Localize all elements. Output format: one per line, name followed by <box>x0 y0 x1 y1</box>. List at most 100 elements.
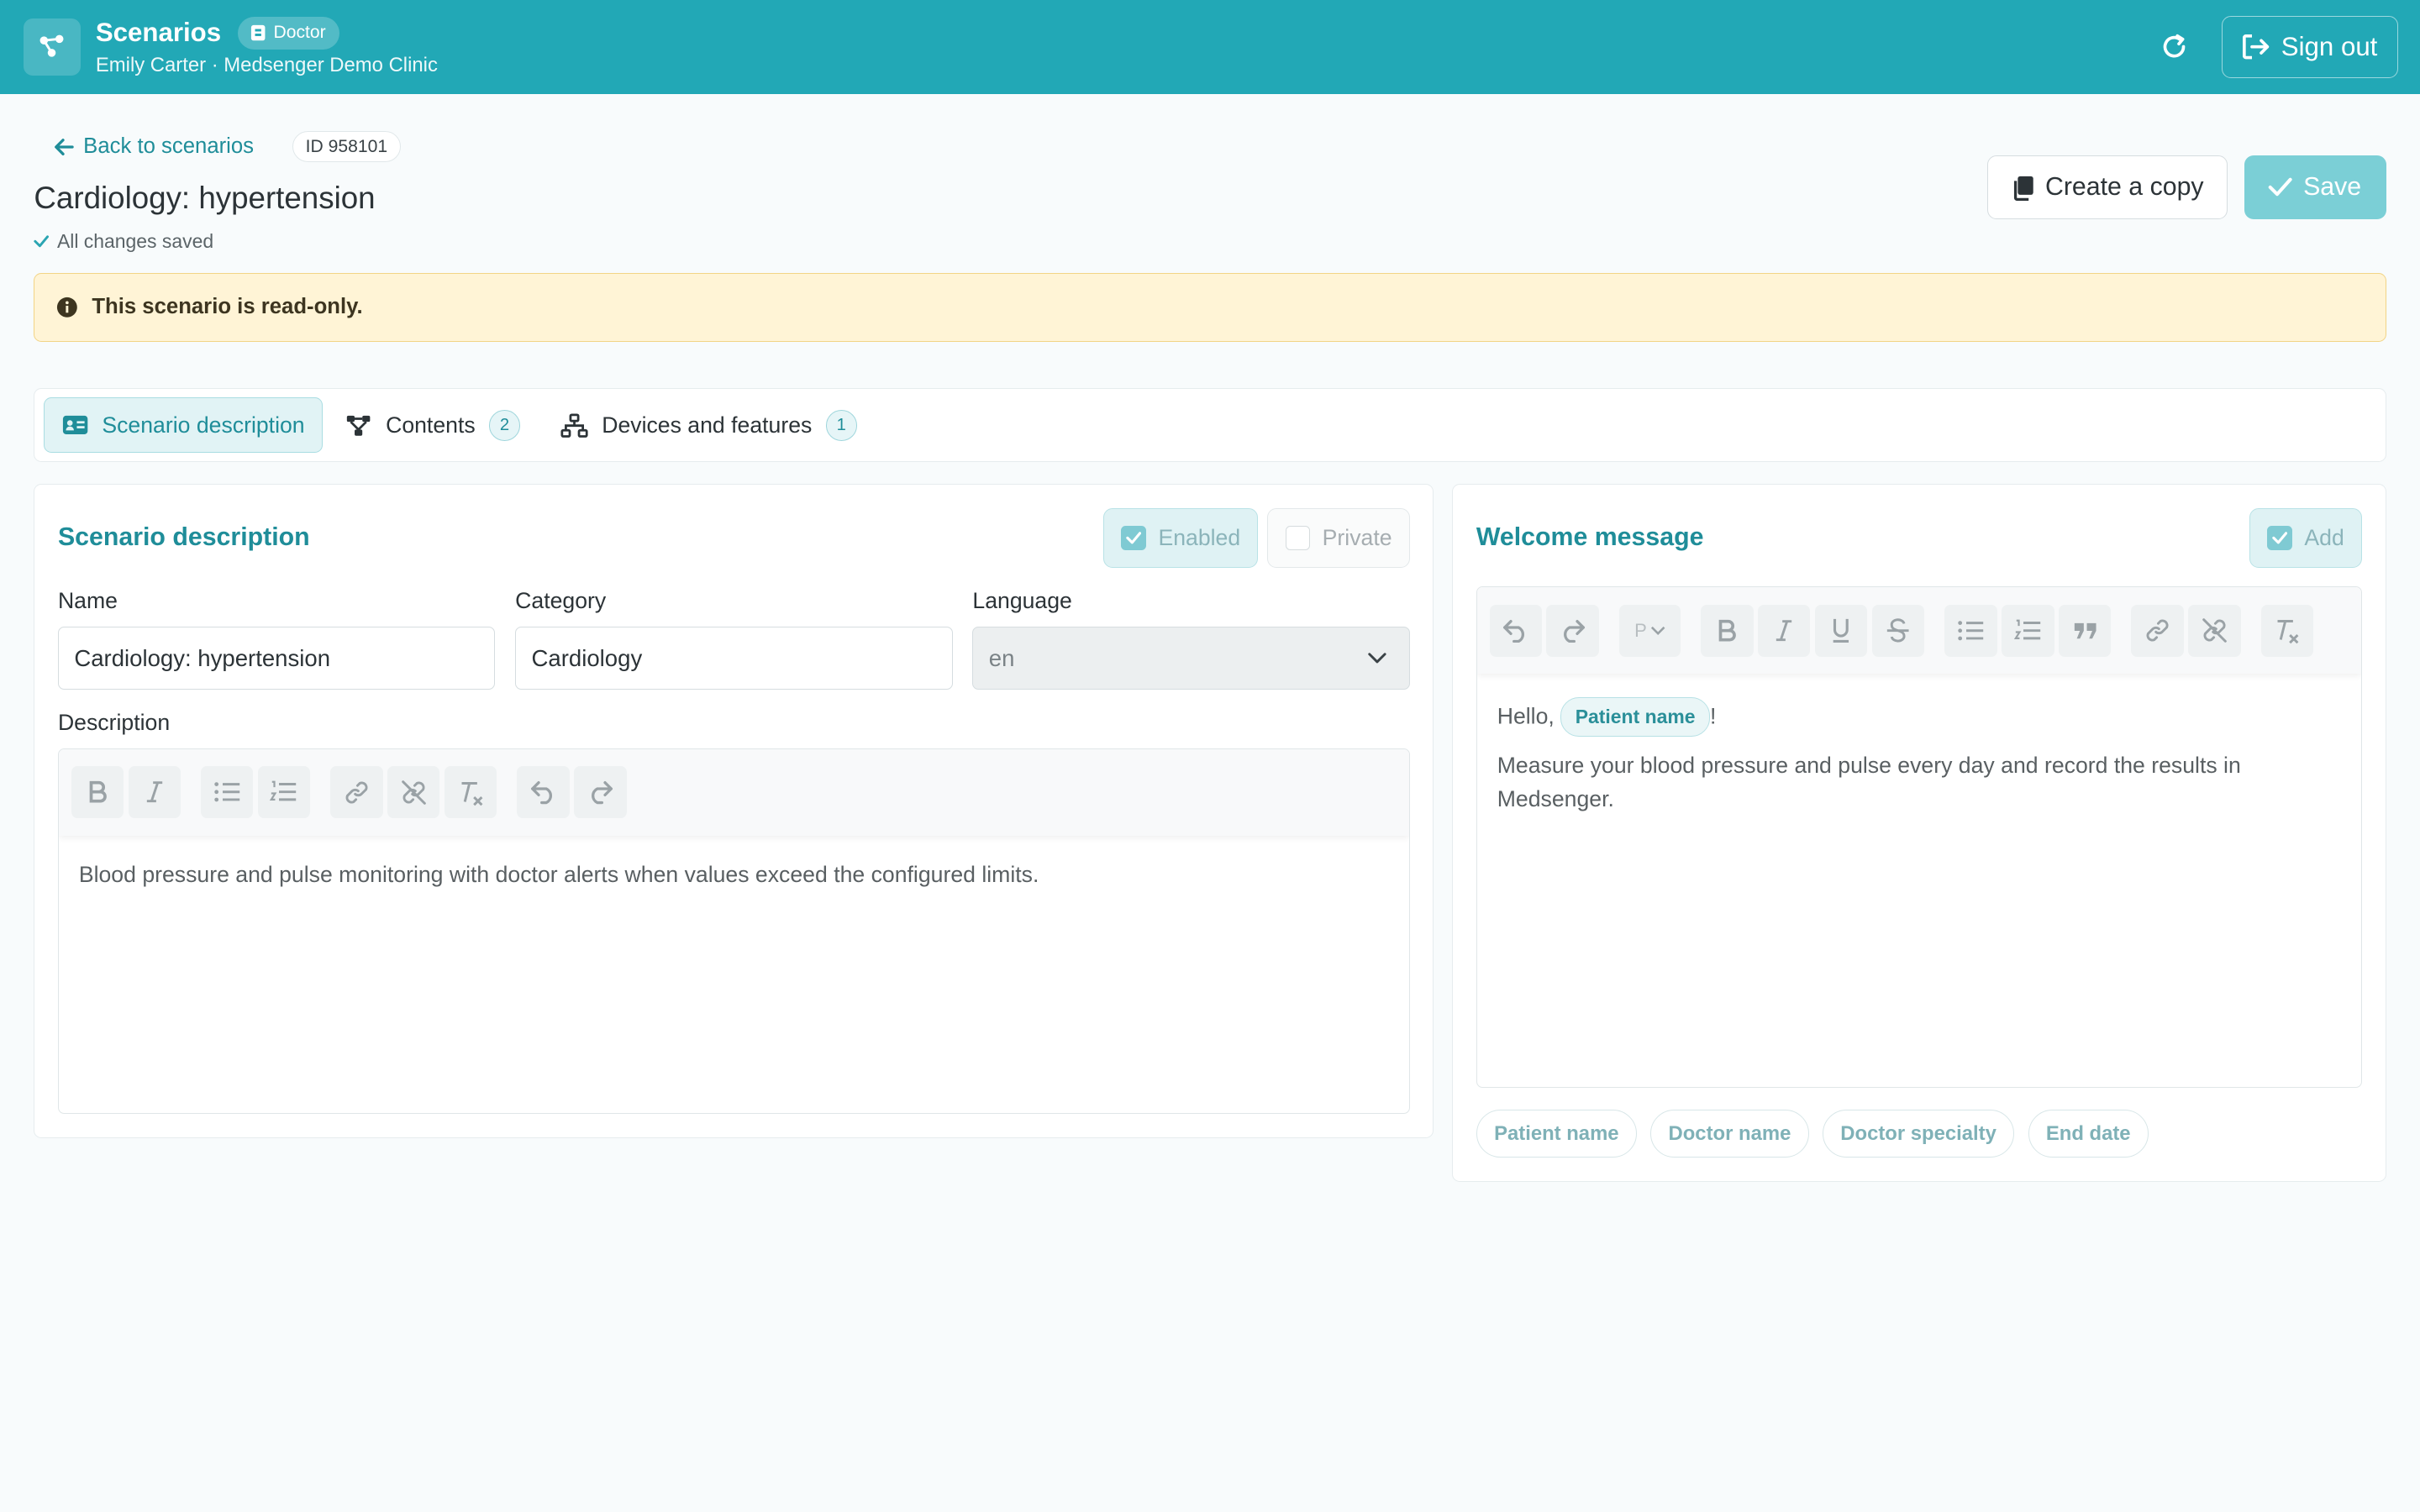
undo-button[interactable] <box>1489 604 1542 657</box>
sign-out-label: Sign out <box>2281 32 2378 61</box>
add-welcome-checkbox[interactable]: Add <box>2249 507 2362 569</box>
welcome-editor: P Hello, Patient name ! Measure your blo… <box>1476 586 2362 1089</box>
page-title: Cardiology: hypertension <box>34 181 376 216</box>
clear-format-button[interactable] <box>2260 604 2313 657</box>
link-button[interactable] <box>330 765 383 819</box>
numbered-list-button[interactable] <box>2002 604 2054 657</box>
name-field-group: Name Cardiology: hypertension <box>57 588 496 690</box>
tab-contents[interactable]: Contents 2 <box>329 397 537 453</box>
description-editor: Blood pressure and pulse monitoring with… <box>57 748 1410 1115</box>
copy-icon <box>2013 176 2033 201</box>
scenario-id-badge: ID 958101 <box>292 131 401 163</box>
app-root: Scenarios Doctor Emily Carter · Medsenge… <box>0 0 2420 1512</box>
editor-toolbar: P <box>1476 587 2361 675</box>
language-value: en <box>988 644 1015 671</box>
greeting-line: Hello, Patient name! <box>1497 696 2341 738</box>
language-select[interactable]: en <box>972 626 1410 690</box>
refresh-button[interactable] <box>2152 25 2195 68</box>
alert-text: This scenario is read-only. <box>92 295 363 319</box>
category-field-group: Category Cardiology <box>515 588 953 690</box>
private-checkbox[interactable]: Private <box>1267 507 1410 569</box>
refresh-icon <box>2163 34 2185 58</box>
tab-scenario-description[interactable]: Scenario description <box>44 397 323 454</box>
check-icon <box>2272 532 2287 544</box>
category-input[interactable]: Cardiology <box>515 626 953 690</box>
role-badge: Doctor <box>238 16 340 50</box>
welcome-text-area[interactable]: Hello, Patient name! Measure your blood … <box>1477 674 2361 1087</box>
save-status: All changes saved <box>34 230 400 253</box>
visibility-toggles: Enabled Private <box>1103 507 1410 569</box>
chip-doctor-name[interactable]: Doctor name <box>1650 1110 1809 1158</box>
redo-button[interactable] <box>1546 604 1599 657</box>
patient-name-placeholder: Patient name <box>1560 696 1711 738</box>
name-input[interactable]: Cardiology: hypertension <box>57 626 496 690</box>
undo-icon <box>1503 620 1525 643</box>
redo-button[interactable] <box>574 765 627 819</box>
underline-icon <box>1833 618 1849 643</box>
tab-label: Contents <box>386 412 476 438</box>
bold-icon <box>1719 619 1737 642</box>
welcome-body-text: Measure your blood pressure and pulse ev… <box>1497 752 2241 811</box>
brand-block: Scenarios Doctor Emily Carter · Medsenge… <box>95 16 438 77</box>
undo-button[interactable] <box>517 765 570 819</box>
chip-doctor-specialty[interactable]: Doctor specialty <box>1823 1110 2015 1158</box>
blockquote-button[interactable] <box>2059 604 2112 657</box>
heading-select[interactable]: P <box>1618 604 1681 657</box>
check-icon <box>1126 532 1141 544</box>
role-badge-label: Doctor <box>273 23 326 43</box>
bold-button[interactable] <box>71 765 124 819</box>
info-circle-icon <box>57 297 77 318</box>
chip-patient-name[interactable]: Patient name <box>1476 1110 1637 1158</box>
italic-button[interactable] <box>1758 604 1811 657</box>
underline-button[interactable] <box>1814 604 1868 657</box>
italic-icon <box>146 781 162 803</box>
chevron-down-icon <box>1368 653 1386 664</box>
panel-title: Scenario description <box>57 523 310 552</box>
link-button[interactable] <box>2131 604 2184 657</box>
checkbox-box <box>1285 525 1310 551</box>
redo-icon <box>1564 620 1586 643</box>
italic-button[interactable] <box>128 765 182 819</box>
unlink-icon <box>2202 618 2227 643</box>
bullet-list-button[interactable] <box>1944 604 1997 657</box>
strikethrough-button[interactable] <box>1871 604 1925 657</box>
language-label: Language <box>972 588 1072 614</box>
quote-icon <box>2074 622 2096 638</box>
bullet-list-button[interactable] <box>200 765 254 819</box>
editor-toolbar <box>58 748 1409 836</box>
clear-format-button[interactable] <box>444 765 497 819</box>
tab-count-badge: 2 <box>489 409 520 441</box>
back-to-scenarios-link[interactable]: Back to scenarios <box>54 134 254 159</box>
numbered-list-button[interactable] <box>257 765 311 819</box>
enabled-label: Enabled <box>1158 524 1241 550</box>
page-heading-block: Back to scenarios ID 958101 Cardiology: … <box>34 94 401 253</box>
check-icon <box>2268 177 2292 197</box>
checkbox-box <box>2267 525 2292 551</box>
unlink-icon <box>401 780 426 805</box>
unlink-button[interactable] <box>2188 604 2241 657</box>
greeting-end: ! <box>1710 703 1717 729</box>
clear-format-icon <box>2277 620 2299 644</box>
top-bar: Scenarios Doctor Emily Carter · Medsenge… <box>0 0 2420 95</box>
scenario-logo-icon[interactable] <box>23 18 81 76</box>
sign-out-button[interactable]: Sign out <box>2222 16 2399 78</box>
app-title: Scenarios <box>95 18 222 48</box>
arrow-left-icon <box>55 138 74 155</box>
link-icon <box>345 781 368 804</box>
enabled-checkbox[interactable]: Enabled <box>1103 507 1259 569</box>
save-button[interactable]: Save <box>2244 155 2386 219</box>
tab-devices-and-features[interactable]: Devices and features 1 <box>543 397 873 453</box>
description-label: Description <box>57 710 171 736</box>
bold-icon <box>89 781 107 803</box>
network-icon <box>560 413 588 438</box>
unlink-button[interactable] <box>387 765 440 819</box>
create-copy-button[interactable]: Create a copy <box>1987 155 2228 219</box>
bold-button[interactable] <box>1701 604 1754 657</box>
description-text-area[interactable]: Blood pressure and pulse monitoring with… <box>59 836 1409 1114</box>
greeting-text: Hello, <box>1497 703 1555 729</box>
chip-end-date[interactable]: End date <box>2028 1110 2149 1158</box>
check-icon <box>34 235 50 248</box>
user-clinic-subtitle: Emily Carter · Medsenger Demo Clinic <box>95 54 438 77</box>
checkbox-box <box>1121 525 1146 551</box>
scenario-description-panel: Scenario description Enabled Private Nam… <box>34 484 1434 1138</box>
